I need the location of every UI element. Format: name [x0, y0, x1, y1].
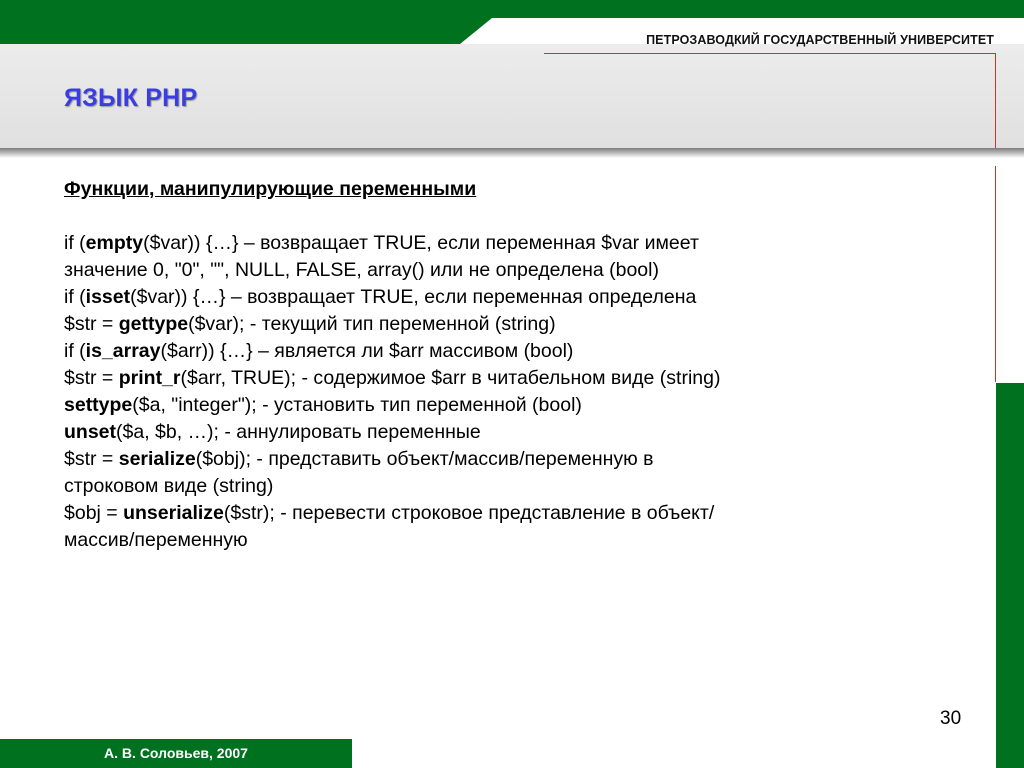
line-text: ($arr, TRUE); - содержимое $arr в читабе…	[180, 367, 721, 389]
function-name: isset	[85, 286, 131, 308]
line-text: $obj =	[64, 502, 124, 524]
university-underline	[544, 53, 996, 54]
line-text: ($var)) {…} – возвращает TRUE, если пере…	[143, 232, 699, 254]
university-name: ПЕТРОЗАВОДКИЙ ГОСУДАРСТВЕННЫЙ УНИВЕРСИТЕ…	[646, 33, 994, 47]
content-line: if (empty($var)) {…} – возвращает TRUE, …	[64, 230, 984, 257]
line-text: ($obj); - представить объект/массив/пере…	[195, 448, 654, 470]
line-text: $str =	[64, 367, 119, 389]
content-line: $str = print_r($arr, TRUE); - содержимое…	[64, 365, 984, 392]
footer-bar: А. В. Соловьев, 2007	[0, 739, 352, 768]
line-text: массив/переменную	[64, 529, 248, 551]
slide-title: ЯЗЫК PHP	[64, 84, 198, 112]
line-text: ($a, $b, …); - аннулировать переменные	[116, 421, 481, 443]
content-line: if (isset($var)) {…} – возвращает TRUE, …	[64, 284, 984, 311]
line-text: if (	[64, 232, 86, 254]
right-green-bar	[996, 383, 1024, 768]
function-name: serialize	[118, 448, 196, 470]
line-text: ($str); - перевести строковое представле…	[223, 502, 715, 524]
content-line: if (is_array($arr)) {…} – является ли $a…	[64, 338, 984, 365]
header-shadow	[0, 148, 1024, 158]
function-name: gettype	[118, 313, 189, 335]
right-accent-line-top	[995, 53, 996, 148]
footer-author: А. В. Соловьев, 2007	[104, 745, 248, 761]
line-text: ($var); - текущий тип переменной (string…	[188, 313, 556, 335]
function-name: empty	[85, 232, 144, 254]
line-text: $str =	[64, 313, 119, 335]
content-line: $str = serialize($obj); - представить об…	[64, 446, 984, 473]
content-line: unset($a, $b, …); - аннулировать перемен…	[64, 419, 984, 446]
line-text: if (	[64, 286, 86, 308]
line-text: ($arr)) {…} – является ли $arr массивом …	[160, 340, 574, 362]
content-line: массив/переменную	[64, 527, 984, 554]
right-accent-line-bottom	[995, 166, 996, 382]
content-line: $obj = unserialize($str); - перевести ст…	[64, 500, 984, 527]
function-name: print_r	[118, 367, 181, 389]
function-name: unserialize	[123, 502, 224, 524]
line-text: строковом виде (string)	[64, 475, 274, 497]
line-text: значение 0, "0", "", NULL, FALSE, array(…	[64, 259, 659, 281]
page-number: 30	[940, 708, 962, 729]
content-line: строковом виде (string)	[64, 473, 984, 500]
content-line: значение 0, "0", "", NULL, FALSE, array(…	[64, 257, 984, 284]
slide-content: Функции, манипулирующие переменными if (…	[64, 176, 984, 554]
content-line: settype($a, "integer"); - установить тип…	[64, 392, 984, 419]
content-line: $str = gettype($var); - текущий тип пере…	[64, 311, 984, 338]
line-text: ($a, "integer"); - установить тип переме…	[132, 394, 582, 416]
line-text: ($var)) {…} – возвращает TRUE, если пере…	[130, 286, 697, 308]
section-subtitle: Функции, манипулирующие переменными	[64, 178, 477, 200]
function-name: settype	[64, 394, 133, 416]
function-name: is_array	[85, 340, 161, 362]
line-text: if (	[64, 340, 86, 362]
code-lines: if (empty($var)) {…} – возвращает TRUE, …	[64, 230, 984, 554]
function-name: unset	[64, 421, 117, 443]
line-text: $str =	[64, 448, 119, 470]
